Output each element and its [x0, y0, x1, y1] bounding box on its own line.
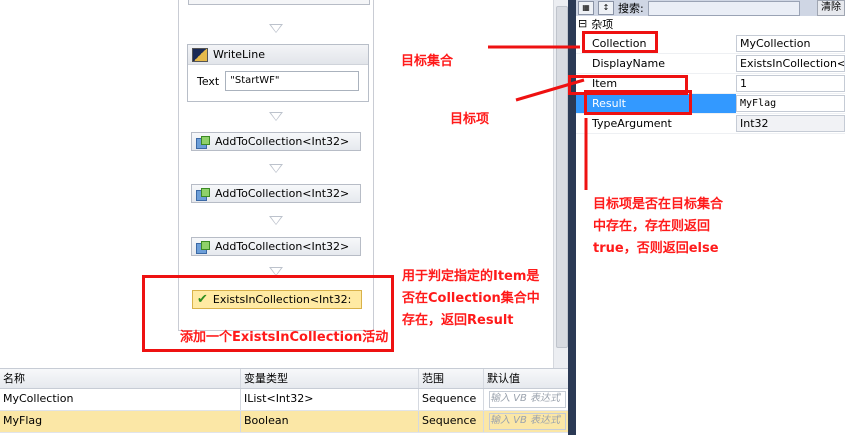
- item-note-line: 否在Collection集合中: [402, 291, 540, 306]
- search-label: 搜索:: [618, 2, 644, 15]
- variable-type[interactable]: IList<Int32>: [241, 389, 419, 410]
- clear-button[interactable]: 清除: [817, 0, 845, 16]
- alphabetical-view-icon[interactable]: ↕: [598, 1, 614, 15]
- annotation-result-note: 目标项是否在目标集合 中存在，存在则返回 true，否则返回else: [593, 194, 743, 260]
- annotation-item-note: 用于判定指定的Item是 否在Collection集合中 存在，返回Result: [402, 266, 564, 332]
- add-to-collection-activity[interactable]: AddToCollection<Int32>: [191, 132, 361, 151]
- collection-add-icon: [196, 240, 210, 254]
- writeline-text-input[interactable]: "StartWF": [225, 71, 360, 91]
- result-highlight-box: [584, 90, 692, 115]
- result-note-line: true，否则返回else: [593, 241, 719, 256]
- activity-label: AddToCollection<Int32>: [215, 187, 350, 200]
- collection-add-icon: [196, 135, 210, 149]
- variables-header: 名称 变量类型 范围 默认值: [0, 369, 568, 389]
- collection-value-input[interactable]: MyCollection: [736, 35, 845, 52]
- drop-arrow-icon[interactable]: [269, 112, 283, 121]
- writeline-header[interactable]: WriteLine: [188, 45, 368, 65]
- writeline-activity[interactable]: WriteLine Text "StartWF": [187, 44, 369, 102]
- annotation-target-collection: 目标集合: [401, 54, 454, 69]
- writeline-text-label: Text: [197, 74, 220, 88]
- column-header-name[interactable]: 名称: [0, 369, 241, 388]
- panel-splitter[interactable]: [568, 0, 576, 435]
- drop-arrow-icon[interactable]: [269, 164, 283, 173]
- collapse-icon[interactable]: ⊟: [578, 17, 587, 30]
- writeline-icon: [192, 47, 208, 62]
- activity-label: AddToCollection<Int32>: [215, 135, 350, 148]
- sequence-header: [188, 0, 370, 5]
- variable-scope[interactable]: Sequence: [419, 411, 484, 432]
- drop-arrow-icon[interactable]: [269, 24, 283, 33]
- property-row-typeargument[interactable]: TypeArgument Int32: [576, 114, 845, 134]
- variable-name[interactable]: MyFlag: [0, 411, 241, 432]
- result-note-line: 中存在，存在则返回: [593, 219, 711, 234]
- default-value-input[interactable]: 输入 VB 表达式: [489, 413, 566, 430]
- annotation-add-activity: 添加一个ExistsInCollection活动: [180, 330, 389, 345]
- property-toolbar: ▦ ↕ 搜索: 清除: [576, 0, 845, 16]
- variables-grid: 名称 变量类型 范围 默认值 MyCollection IList<Int32>…: [0, 368, 568, 436]
- categorized-view-icon[interactable]: ▦: [578, 1, 594, 15]
- property-name: TypeArgument: [592, 117, 672, 130]
- typeargument-select[interactable]: Int32: [736, 115, 845, 132]
- variable-type[interactable]: Boolean: [241, 411, 419, 432]
- variable-row[interactable]: MyFlag Boolean Sequence 输入 VB 表达式: [0, 411, 568, 433]
- item-note-line: 用于判定指定的Item是: [402, 269, 540, 284]
- default-value-input[interactable]: 输入 VB 表达式: [489, 391, 566, 408]
- activity-label: AddToCollection<Int32>: [215, 240, 350, 253]
- drop-arrow-icon[interactable]: [269, 216, 283, 225]
- collection-add-icon: [196, 187, 210, 201]
- column-header-default[interactable]: 默认值: [484, 369, 568, 388]
- add-to-collection-activity[interactable]: AddToCollection<Int32>: [191, 184, 361, 203]
- column-header-scope[interactable]: 范围: [419, 369, 484, 388]
- annotation-target-item: 目标项: [450, 112, 490, 127]
- search-input[interactable]: [647, 0, 800, 16]
- column-header-type[interactable]: 变量类型: [241, 369, 419, 388]
- result-value-input[interactable]: MyFlag: [736, 95, 845, 112]
- displayname-value-input[interactable]: ExistsInCollection<: [736, 55, 845, 72]
- variable-scope[interactable]: Sequence: [419, 389, 484, 410]
- result-note-line: 目标项是否在目标集合: [593, 197, 724, 212]
- writeline-title: WriteLine: [213, 48, 265, 61]
- category-header[interactable]: ⊟ 杂项: [576, 16, 845, 31]
- variable-row[interactable]: MyCollection IList<Int32> Sequence 输入 VB…: [0, 389, 568, 411]
- variable-name[interactable]: MyCollection: [0, 389, 241, 410]
- item-note-line: 存在，返回Result: [402, 313, 514, 328]
- add-to-collection-activity[interactable]: AddToCollection<Int32>: [191, 237, 361, 256]
- property-row-displayname[interactable]: DisplayName ExistsInCollection<: [576, 54, 845, 74]
- collection-highlight-box: [582, 31, 658, 53]
- category-name: 杂项: [591, 17, 614, 31]
- item-value-input[interactable]: 1: [736, 75, 845, 92]
- property-name: DisplayName: [592, 57, 665, 70]
